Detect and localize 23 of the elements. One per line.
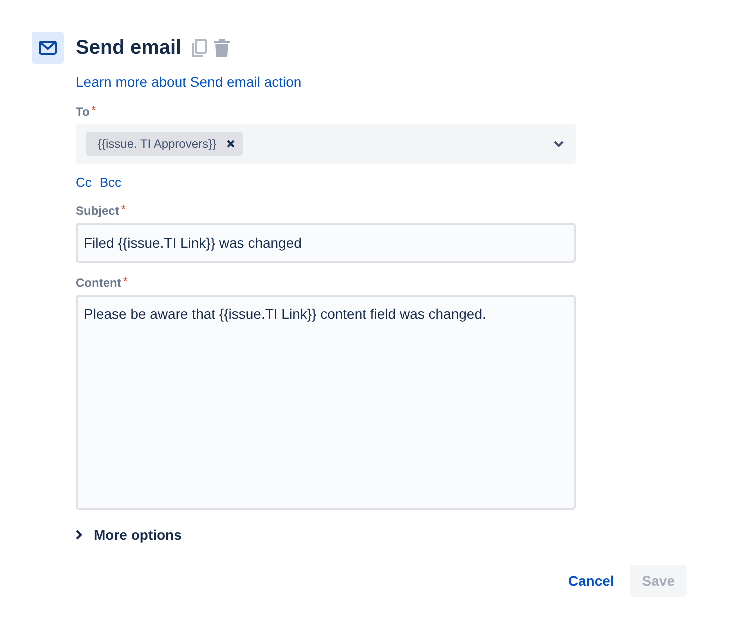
trash-icon[interactable] (214, 39, 230, 57)
subject-field[interactable]: Filed {{issue.TI Link}} was changed (76, 223, 576, 263)
recipients-field[interactable]: {{issue. TI Approvers}} (76, 124, 576, 164)
cancel-button[interactable]: Cancel (568, 565, 614, 597)
required-mark: * (92, 104, 96, 118)
field-label: Subject (76, 203, 120, 219)
required-mark: * (123, 275, 128, 289)
action-title: Send email (76, 36, 182, 60)
envelope-icon (32, 32, 64, 64)
chevron-down-icon (554, 140, 564, 148)
field-label: Content (76, 275, 122, 291)
recipient-link[interactable]: Bcc (100, 175, 122, 191)
save-button: Save (630, 565, 687, 597)
help-link[interactable]: Learn more about Send email action (76, 72, 302, 92)
remove-icon[interactable] (226, 140, 235, 148)
chip-label: {{issue. TI Approvers}} (98, 136, 217, 153)
content-field[interactable]: Please be aware that {{issue.TI Link}} content field was changed. (76, 295, 576, 510)
chevron-right-icon (76, 530, 83, 540)
more-options-toggle[interactable]: More options (76, 525, 182, 545)
required-mark: * (121, 203, 126, 217)
copy-icon[interactable] (192, 39, 208, 57)
field-label: To (76, 104, 90, 120)
recipient-link[interactable]: Cc (76, 175, 92, 191)
